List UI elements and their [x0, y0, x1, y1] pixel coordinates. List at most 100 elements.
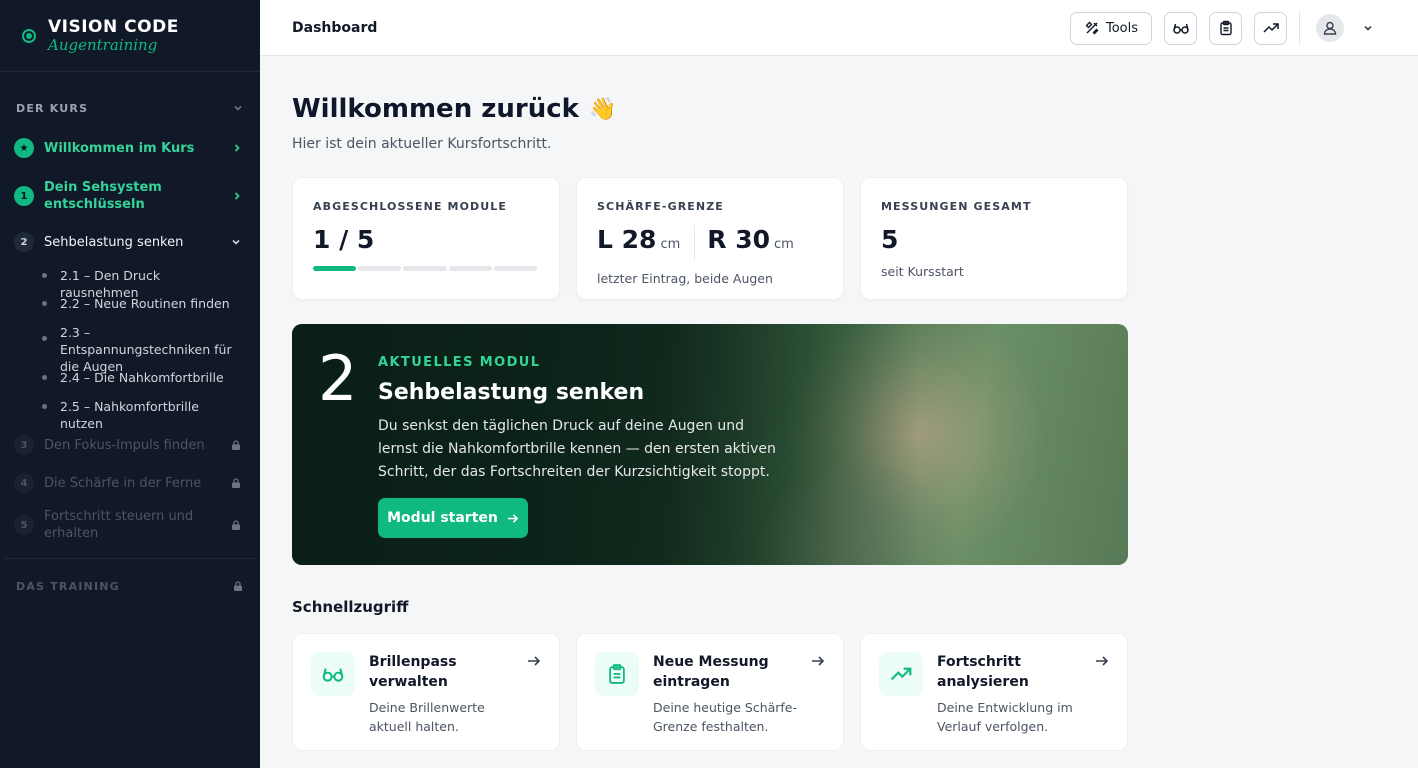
- module-number: 2: [14, 232, 34, 252]
- start-module-button[interactable]: Modul starten: [378, 498, 528, 538]
- lock-icon: [234, 581, 242, 591]
- arrow-right-icon: [528, 656, 541, 666]
- section-course[interactable]: DER KURS: [0, 88, 260, 128]
- sidebar-subitem-label: 2.5 – Nahkomfortbrille nutzen: [60, 399, 199, 431]
- sidebar-item-welcome[interactable]: ★ Willkommen im Kurs: [0, 130, 260, 166]
- sidebar-subitem-label: 2.4 – Die Nahkomfortbrille: [60, 370, 224, 385]
- sidebar-subitem[interactable]: 2.1 – Den Druck rausnehmen: [0, 267, 260, 300]
- chevron-right-icon: [234, 144, 240, 152]
- glasses-icon: [311, 652, 355, 696]
- hero-module-number: 2: [318, 342, 358, 415]
- quick-card-desc: Deine Brillenwerte aktuell halten.: [369, 700, 485, 734]
- current-module-hero: 2 AKTUELLES MODUL Sehbelastung senken Du…: [292, 324, 1128, 565]
- tools-icon: [1085, 21, 1099, 35]
- bullet-icon: [42, 404, 47, 409]
- module-number: 4: [14, 473, 34, 493]
- glasses-button[interactable]: [1164, 11, 1197, 45]
- chevron-down-icon[interactable]: [1362, 22, 1374, 34]
- sidebar-item-label: Den Fokus-Impuls finden: [44, 437, 205, 453]
- topbar-divider: [1299, 11, 1300, 45]
- tools-button[interactable]: Tools: [1070, 11, 1152, 45]
- sharpness-right-unit: cm: [774, 237, 794, 252]
- start-module-label: Modul starten: [387, 510, 498, 526]
- progress-segment: [403, 266, 447, 271]
- tools-button-label: Tools: [1105, 20, 1139, 36]
- trend-icon: [1262, 23, 1279, 33]
- arrow-right-icon: [1096, 656, 1109, 666]
- sidebar-subitem[interactable]: 2.5 – Nahkomfortbrille nutzen: [0, 398, 260, 431]
- trend-icon: [879, 652, 923, 696]
- hero-title: Sehbelastung senken: [378, 380, 645, 405]
- bullet-icon: [42, 375, 47, 380]
- bullet-icon: [42, 336, 47, 341]
- sidebar-item-label: Die Schärfe in der Ferne: [44, 475, 202, 491]
- stat-note: seit Kursstart: [881, 264, 964, 279]
- sidebar-item-label: Dein Sehsystem entschlüsseln: [44, 180, 162, 212]
- lock-icon: [232, 478, 240, 488]
- stat-value: 1 / 5: [313, 225, 375, 254]
- sharpness-left-value: L 28: [597, 225, 657, 254]
- quick-card-title: Brillenpass verwalten: [369, 654, 457, 690]
- sidebar-item-label: Sehbelastung senken: [44, 234, 184, 250]
- logo-icon: [22, 28, 36, 43]
- star-icon: ★: [14, 138, 34, 158]
- sidebar-subitem-label: 2.3 – Entspannungstechniken für die Auge…: [60, 325, 232, 374]
- arrow-right-icon: [507, 513, 519, 523]
- sidebar-item-module-2[interactable]: 2 Sehbelastung senken: [0, 224, 260, 260]
- brand-subtitle: Augentraining: [48, 35, 158, 54]
- section-training-label: DAS TRAINING: [16, 579, 120, 593]
- sidebar-item-module-1[interactable]: 1 Dein Sehsystem entschlüsseln: [0, 172, 260, 220]
- trend-button[interactable]: [1254, 11, 1287, 45]
- quick-card-title: Neue Messung eintragen: [653, 654, 769, 690]
- clipboard-icon: [595, 652, 639, 696]
- hero-kicker: AKTUELLES MODUL: [378, 355, 541, 370]
- module-number: 3: [14, 435, 34, 455]
- stat-note: letzter Eintrag, beide Augen: [597, 271, 773, 286]
- quick-card-new-measurement[interactable]: Neue Messung eintragen Deine heutige Sch…: [576, 633, 844, 751]
- sidebar-item-label: Willkommen im Kurs: [44, 140, 195, 156]
- welcome-subtitle: Hier ist dein aktueller Kursfortschritt.: [292, 136, 552, 152]
- stat-label: ABGESCHLOSSENE MODULE: [313, 200, 508, 213]
- lock-icon: [232, 520, 240, 530]
- sidebar-subitem[interactable]: 2.2 – Neue Routinen finden: [0, 295, 260, 324]
- stat-card-modules: ABGESCHLOSSENE MODULE 1 / 5: [292, 177, 560, 300]
- clipboard-button[interactable]: [1209, 11, 1242, 45]
- wave-icon: 👋: [588, 96, 617, 122]
- sidebar-subitem[interactable]: 2.3 – Entspannungstechniken für die Auge…: [0, 324, 260, 374]
- sidebar-subitem-label: 2.2 – Neue Routinen finden: [60, 296, 230, 311]
- sidebar: VISION CODE Augentraining DER KURS ★ Wil…: [0, 0, 260, 768]
- stat-value: 5: [881, 225, 899, 254]
- quick-access-title: Schnellzugriff: [292, 598, 409, 616]
- glasses-icon: [1172, 23, 1189, 34]
- chevron-right-icon: [234, 192, 240, 200]
- module-number: 1: [14, 186, 34, 206]
- stat-divider: [694, 225, 696, 261]
- sharpness-right-value: R 30: [707, 225, 770, 254]
- chevron-down-icon: [234, 105, 242, 111]
- progress-segment: [493, 266, 538, 271]
- sidebar-item-label: Fortschritt steuern und erhalten: [44, 509, 194, 541]
- stats-row: ABGESCHLOSSENE MODULE 1 / 5 SCHÄRFE-GREN…: [292, 177, 1128, 300]
- section-training: DAS TRAINING: [0, 569, 260, 603]
- clipboard-icon: [1219, 20, 1232, 36]
- arrow-right-icon: [812, 656, 825, 666]
- quick-card-glasses-pass[interactable]: Brillenpass verwalten Deine Brillenwerte…: [292, 633, 560, 751]
- sharpness-left-unit: cm: [660, 237, 681, 252]
- avatar[interactable]: [1316, 14, 1344, 42]
- quick-card-progress[interactable]: Fortschritt analysieren Deine Entwicklun…: [860, 633, 1128, 751]
- progress-segment: [313, 266, 357, 271]
- brand-logo[interactable]: VISION CODE Augentraining: [0, 0, 260, 72]
- stat-card-sharpness: SCHÄRFE-GRENZE L 28 cm R 30 cm letzter E…: [576, 177, 844, 300]
- quick-card-title: Fortschritt analysieren: [937, 654, 1029, 690]
- bullet-icon: [42, 273, 47, 278]
- module-progress-bar: [313, 266, 539, 271]
- page-title: Dashboard: [292, 19, 378, 36]
- quick-card-desc: Deine heutige Schärfe-Grenze festhalten.: [653, 700, 798, 734]
- stat-label: SCHÄRFE-GRENZE: [597, 200, 724, 213]
- sidebar-subitem[interactable]: 2.4 – Die Nahkomfortbrille: [0, 369, 260, 398]
- progress-segment: [358, 266, 402, 271]
- bullet-icon: [42, 301, 47, 306]
- welcome-title: Willkommen zurück: [292, 94, 579, 124]
- hero-description: Du senkst den täglichen Druck auf deine …: [378, 418, 776, 480]
- module-number: 5: [14, 515, 34, 535]
